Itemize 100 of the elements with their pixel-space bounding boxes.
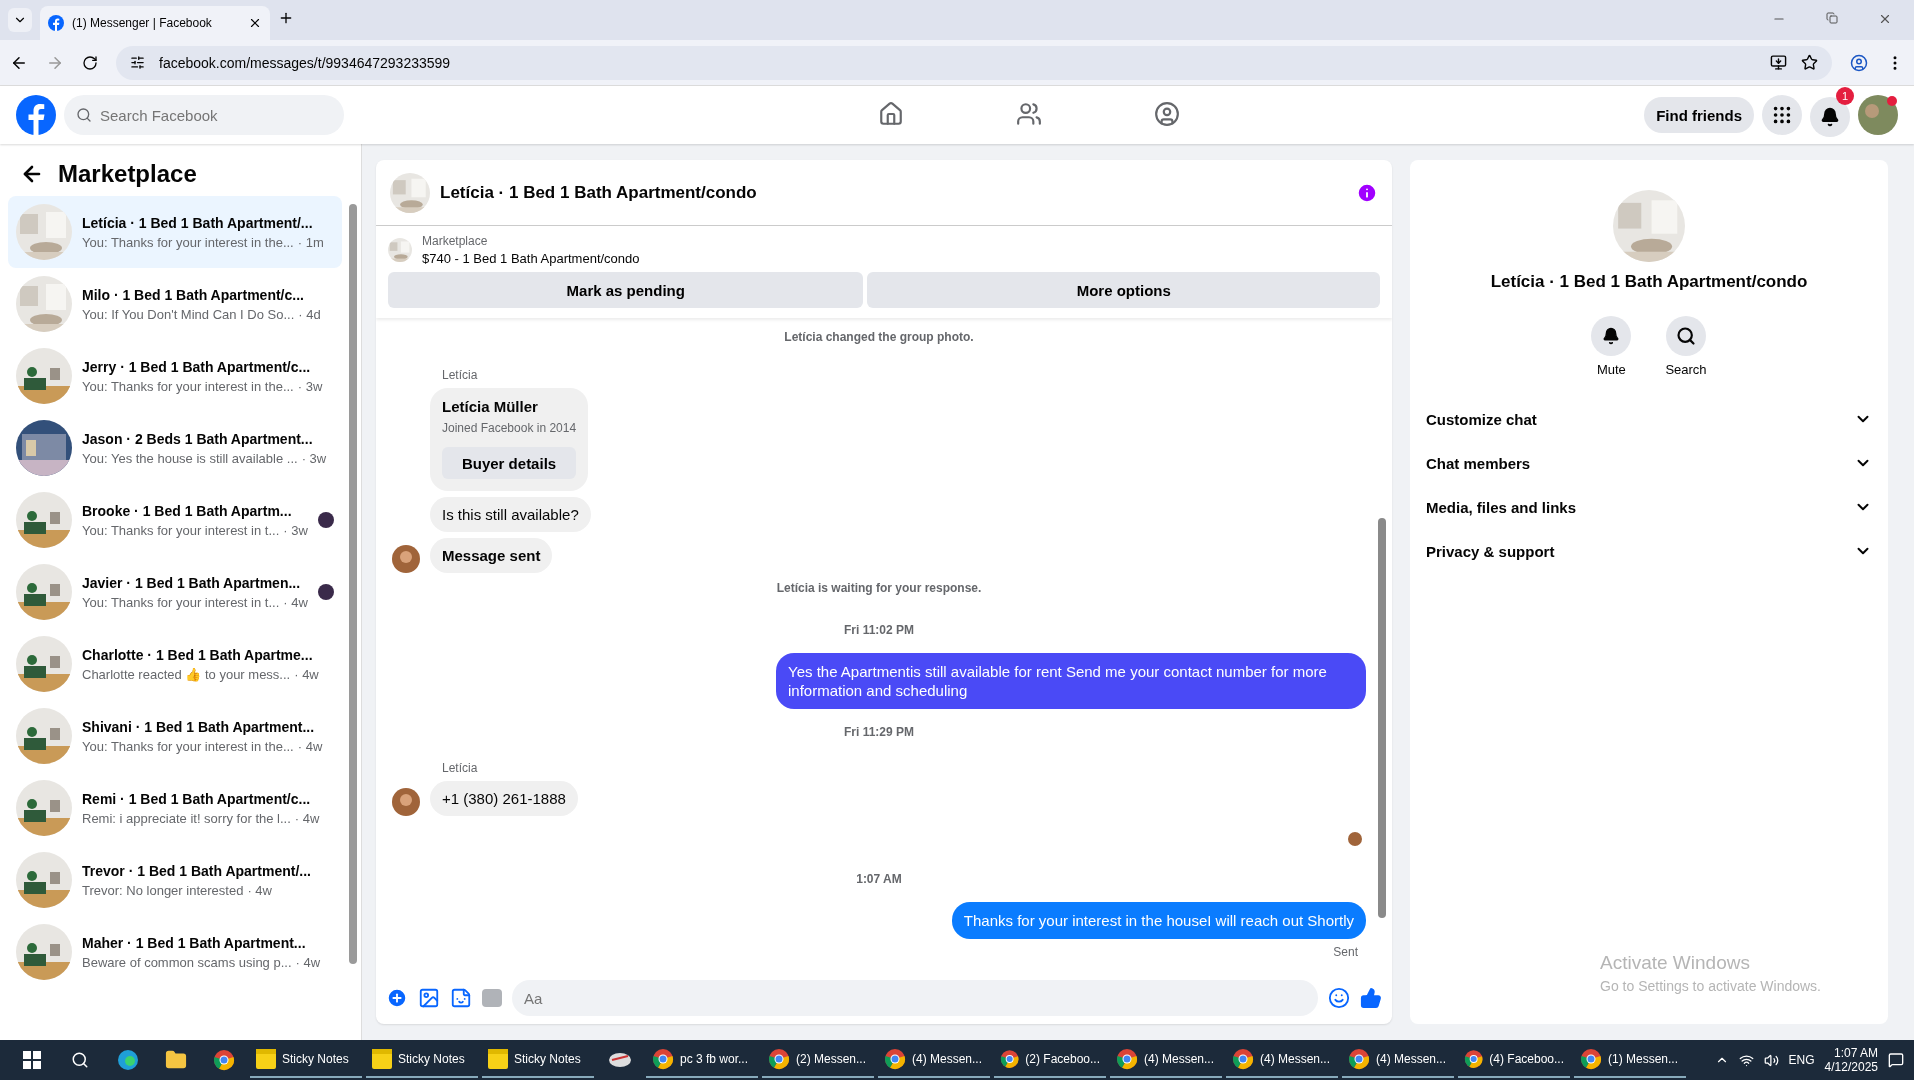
- browser-tab[interactable]: (1) Messenger | Facebook: [40, 6, 270, 40]
- volume-icon[interactable]: [1763, 1052, 1779, 1068]
- action-label: Mute: [1596, 362, 1626, 377]
- sticker-icon[interactable]: [450, 987, 472, 1009]
- tab-list-button[interactable]: [8, 8, 32, 32]
- message-bubble: Thanks for your interest in the houseI will reach out Shortly: [951, 902, 1366, 939]
- search-icon[interactable]: [71, 1051, 89, 1069]
- taskbar-app[interactable]: Sticky Notes: [366, 1042, 478, 1078]
- photo-icon[interactable]: [418, 987, 440, 1009]
- address-bar[interactable]: facebook.com/messages/t/9934647293233599: [116, 45, 1832, 80]
- taskbar-app[interactable]: (4) Messen...: [1342, 1042, 1454, 1078]
- message-preview: You: If You Don't Mind Can I Do So...: [82, 306, 295, 322]
- facebook-logo[interactable]: [16, 95, 56, 135]
- message-preview: You: Yes the house is still available ...: [82, 450, 298, 466]
- conversation-item[interactable]: Maher · 1 Bed 1 Bath Apartment... Beware of common scams using p... · 4w: [8, 916, 342, 988]
- conversation-item[interactable]: Jerry · 1 Bed 1 Bath Apartment/c... You: Thanks for your interest in the... · 3w: [8, 340, 342, 412]
- conversation-item[interactable]: Trevor · 1 Bed 1 Bath Apartment/... Trevor: No longer interested · 4w: [8, 844, 342, 916]
- taskbar-app[interactable]: (4) Messen...: [878, 1042, 990, 1078]
- chrome-icon[interactable]: [1000, 1048, 1020, 1070]
- folder-icon[interactable]: [165, 1049, 187, 1071]
- new-tab-icon[interactable]: [278, 10, 294, 26]
- chrome-icon[interactable]: [1116, 1048, 1138, 1070]
- read-receipt-avatar: [318, 584, 334, 600]
- conversation-title: Shivani · 1 Bed 1 Bath Apartment...: [82, 718, 315, 735]
- taskbar-app[interactable]: Sticky Notes: [250, 1042, 362, 1078]
- message-bubble: Message sent: [430, 538, 553, 573]
- section-header[interactable]: Media, files and links: [1422, 485, 1876, 529]
- conversation-item[interactable]: Milo · 1 Bed 1 Bath Apartment/c... You: If You Don't Mind Can I Do So... · 4d: [8, 268, 342, 340]
- windows-start-icon[interactable]: [23, 1051, 41, 1069]
- menu-button[interactable]: [1762, 95, 1802, 135]
- profile-avatar[interactable]: [1858, 95, 1898, 135]
- chrome-icon[interactable]: [768, 1048, 790, 1070]
- language-indicator[interactable]: ENG: [1788, 1053, 1815, 1067]
- close-icon[interactable]: [248, 16, 262, 30]
- scrollbar[interactable]: [1378, 518, 1386, 918]
- reload-icon[interactable]: [82, 54, 98, 71]
- message-preview: Remi: i appreciate it! sorry for the l...: [82, 810, 291, 826]
- search-button[interactable]: [1666, 316, 1706, 356]
- clock[interactable]: 1:07 AM 4/12/2025: [1824, 1046, 1878, 1074]
- emoji-icon[interactable]: [1328, 987, 1350, 1009]
- conversation-title: Remi · 1 Bed 1 Bath Apartment/c...: [82, 790, 311, 807]
- action-button[interactable]: More options: [867, 272, 1380, 308]
- install-icon[interactable]: [1770, 54, 1787, 71]
- listing-label: Marketplace: [422, 234, 489, 248]
- plus-icon[interactable]: [386, 987, 408, 1009]
- sender-name: Letícia: [442, 368, 479, 382]
- conversation-item[interactable]: Shivani · 1 Bed 1 Bath Apartment... You: Thanks for your interest in the... · 4w: [8, 700, 342, 772]
- conversation-title: Letícia · 1 Bed 1 Bath Apartment/...: [82, 214, 313, 231]
- chrome-icon[interactable]: [652, 1048, 674, 1070]
- search-field[interactable]: Search Facebook: [64, 95, 344, 135]
- sidebar-title: Marketplace: [58, 160, 197, 188]
- taskbar-app[interactable]: (4) Messen...: [1226, 1042, 1338, 1078]
- buyer-details-button[interactable]: Buyer details: [442, 447, 577, 479]
- message-time: · 4d: [298, 306, 321, 322]
- chrome-icon[interactable]: [1232, 1048, 1254, 1070]
- scrollbar[interactable]: [349, 204, 357, 964]
- taskbar-app[interactable]: (4) Messen...: [1110, 1042, 1222, 1078]
- conversation-item[interactable]: Letícia · 1 Bed 1 Bath Apartment/... You: Thanks for your interest in the... · 1m: [8, 196, 342, 268]
- taskbar-app[interactable]: Sticky Notes: [482, 1042, 594, 1078]
- section-header[interactable]: Chat members: [1422, 441, 1876, 485]
- facebook-logo-icon: [48, 15, 64, 31]
- browser-icon[interactable]: [117, 1049, 139, 1071]
- action-button[interactable]: Mark as pending: [388, 272, 864, 308]
- notifications-icon[interactable]: [1888, 1052, 1904, 1068]
- taskbar-app[interactable]: (1) Messen...: [1574, 1042, 1686, 1078]
- conversation-item[interactable]: Brooke · 1 Bed 1 Bath Apartm... You: Thanks for your interest in t... · 3w: [8, 484, 342, 556]
- message-field[interactable]: Aa: [512, 980, 1318, 1016]
- taskbar-app[interactable]: (4) Faceboo...: [1458, 1042, 1570, 1078]
- info-icon[interactable]: [1356, 181, 1378, 204]
- chrome-icon[interactable]: [1464, 1048, 1484, 1070]
- taskbar-app[interactable]: (2) Messen...: [762, 1042, 874, 1078]
- chrome-icon[interactable]: [1580, 1048, 1602, 1070]
- message-time: · 1m: [297, 234, 324, 250]
- find-friends-button[interactable]: Find friends: [1644, 97, 1754, 133]
- network-icon[interactable]: [1738, 1052, 1754, 1068]
- chrome-icon[interactable]: [884, 1048, 906, 1070]
- timestamp: 1:07 AM: [856, 872, 902, 886]
- section-header[interactable]: Customize chat: [1422, 397, 1876, 441]
- message-preview: You: Thanks for your interest in the...: [82, 738, 294, 754]
- mute-button[interactable]: [1591, 316, 1632, 356]
- conversation-item[interactable]: Javier · 1 Bed 1 Bath Apartmen... You: Thanks for your interest in t... · 4w: [8, 556, 342, 628]
- conversation-item[interactable]: Remi · 1 Bed 1 Bath Apartment/c... Remi: i appreciate it! sorry for the l... · 4w: [8, 772, 342, 844]
- chrome-icon[interactable]: [1348, 1048, 1370, 1070]
- taskbar-app[interactable]: (2) Faceboo...: [994, 1042, 1106, 1078]
- conversation-title: Charlotte · 1 Bed 1 Bath Apartme...: [82, 646, 313, 663]
- chat-title: Letícia · 1 Bed 1 Bath Apartment/condo: [440, 182, 758, 203]
- message-time: · 4w: [297, 738, 323, 754]
- message-time: · 3w: [301, 450, 327, 466]
- chrome-icon[interactable]: [213, 1049, 235, 1071]
- bookmark-star-icon[interactable]: [1801, 54, 1818, 71]
- profile-icon[interactable]: [1850, 53, 1868, 72]
- conversation-item[interactable]: Jason · 2 Beds 1 Bath Apartment... You: Yes the house is still available ... · 3w: [8, 412, 342, 484]
- conversation-item[interactable]: Charlotte · 1 Bed 1 Bath Apartme... Charlotte reacted 👍 to your mess... · 4w: [8, 628, 342, 700]
- section-header[interactable]: Privacy & support: [1422, 529, 1876, 573]
- conversation-title: Milo · 1 Bed 1 Bath Apartment/c...: [82, 286, 304, 303]
- restore-icon[interactable]: [1826, 12, 1838, 24]
- taskbar-app[interactable]: pc 3 fb wor...: [646, 1042, 758, 1078]
- app-icon[interactable]: [608, 1050, 632, 1070]
- thumbs-up-icon[interactable]: [1360, 987, 1382, 1009]
- bell-icon: [1602, 327, 1621, 345]
